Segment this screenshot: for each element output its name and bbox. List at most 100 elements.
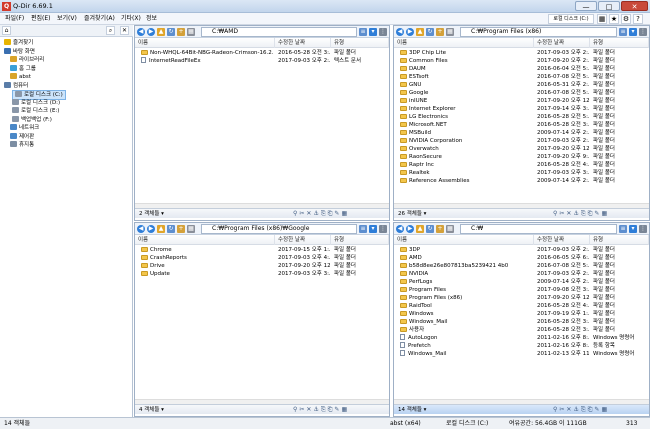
view-icon[interactable]: ▦ [187,225,195,233]
pane-object-count[interactable]: 4 객체들 ▾ [139,405,164,415]
tree-item[interactable]: 바탕 화면 [4,47,35,56]
column-type[interactable]: 유형 [331,38,389,48]
new-folder-icon[interactable]: + [436,225,444,233]
list-item[interactable]: PerfLogs 2009-07-14 오후 2:... 파일 폴더 [394,278,649,286]
back-icon[interactable]: ◀ [396,28,404,36]
list-item[interactable]: Non-WHQL-64Bit-NBG-Radeon-Crimson-16.2.1… [135,49,389,57]
tree-search-icon[interactable]: ⌕ [106,26,115,35]
list-item[interactable]: Program Files (x86) 2017-09-20 오후 12:... 파… [394,294,649,302]
path-input[interactable]: C:₩Program Files (x86)₩Google [201,224,357,234]
minimize-button[interactable]: — [575,1,597,11]
path-input[interactable]: C:₩Program Files (x86) [460,27,617,37]
column-type[interactable]: 유형 [590,235,649,245]
menu-view[interactable]: 보기(V) [57,13,77,25]
pane-menu-icon[interactable]: ▾ [369,28,377,36]
pane-object-count[interactable]: 26 객체들 ▾ [398,209,426,219]
column-type[interactable]: 유형 [590,38,649,48]
back-icon[interactable]: ◀ [137,225,145,233]
tree-item[interactable]: 백업백업 (F:) [12,115,52,124]
tree-item[interactable]: 컴퓨터 [4,81,28,90]
menu-favorites[interactable]: 즐겨찾기(A) [84,13,115,25]
new-folder-icon[interactable]: + [436,28,444,36]
menu-edit[interactable]: 편집(E) [31,13,51,25]
up-folder-icon[interactable]: ▲ [416,28,424,36]
pane-action-icons[interactable]: ⚲✂✕⚓⎘⎗✎▦ [293,210,349,218]
pane-object-count[interactable]: 2 객체들 ▾ [139,209,164,219]
list-view-icon[interactable]: ≡ [359,28,367,36]
up-folder-icon[interactable]: ▲ [416,225,424,233]
column-name[interactable]: 이름 [394,235,534,245]
list-item[interactable]: InternetReadFileEx 2017-09-03 오후 2:... 텍스트… [135,57,389,65]
back-icon[interactable]: ◀ [396,225,404,233]
column-type[interactable]: 유형 [331,235,389,245]
tree-item[interactable]: 로컬 디스크 (D:) [12,98,60,107]
list-item[interactable]: Microsoft.NET 2016-05-28 오전 3:... 파일 폴더 [394,121,649,129]
column-name[interactable]: 이름 [135,38,275,48]
maximize-button[interactable]: □ [598,1,620,11]
pane-menu-icon[interactable]: ▾ [629,225,637,233]
tree-item[interactable]: 네트워크 [10,124,39,132]
pane-options-icon[interactable]: ⋮ [379,28,387,36]
list-item[interactable]: RaonSecure 2017-09-20 오후 9:... 파일 폴더 [394,153,649,161]
back-icon[interactable]: ◀ [137,28,145,36]
tree-item[interactable]: 로컬 디스크 (E:) [12,107,59,115]
list-item[interactable]: Google 2016-07-08 오전 5:... 파일 폴더 [394,89,649,97]
settings-icon[interactable]: ⚙ [621,14,631,24]
list-item[interactable]: Windows 2017-09-19 오후 1:... 파일 폴더 [394,310,649,318]
close-button[interactable]: ✕ [621,1,648,11]
pane-menu-icon[interactable]: ▾ [369,225,377,233]
list-item[interactable]: Overwatch 2017-09-20 오후 12:... 파일 폴더 [394,145,649,153]
column-date[interactable]: 수정한 날짜 [534,235,590,245]
column-date[interactable]: 수정한 날짜 [534,38,590,48]
pane-options-icon[interactable]: ⋮ [639,225,647,233]
pane-menu-icon[interactable]: ▾ [629,28,637,36]
new-folder-icon[interactable]: + [177,28,185,36]
refresh-icon[interactable]: ↻ [167,225,175,233]
list-item[interactable]: Prefetch 2011-02-16 오후 8:... 등록 항목 [394,342,649,350]
view-icon[interactable]: ▦ [446,225,454,233]
forward-icon[interactable]: ▶ [406,225,414,233]
path-input[interactable]: C:₩ [460,224,617,234]
list-item[interactable]: CrashReports 2017-09-03 오후 4:... 파일 폴더 [135,254,389,262]
menu-info[interactable]: 정보 [146,13,157,25]
list-item[interactable]: GNU 2016-05-31 오후 2:... 파일 폴더 [394,81,649,89]
column-name[interactable]: 이름 [394,38,534,48]
tree-item[interactable]: abst [10,73,31,81]
list-item[interactable]: b58d8ee26e807813ba5239421 4b0 2016-07-08 … [394,262,649,270]
list-item[interactable]: ESTsoft 2016-07-08 오전 5:... 파일 폴더 [394,73,649,81]
list-item[interactable]: Update 2017-09-03 오후 3:... 파일 폴더 [135,270,389,278]
drive-dropdown[interactable]: 로컬 디스크 (C:) [548,14,594,24]
list-item[interactable]: NVIDIA 2017-09-03 오후 2:... 파일 폴더 [394,270,649,278]
favorites-icon[interactable]: ★ [609,14,619,24]
tree-item[interactable]: 라이브러리 [10,56,44,64]
column-date[interactable]: 수정한 날짜 [275,38,331,48]
list-item[interactable]: Drive 2017-09-20 오후 12:... 파일 폴더 [135,262,389,270]
list-item[interactable]: Windows_Mail 2016-05-28 오전 3:... 파일 폴더 [394,318,649,326]
pane-object-count[interactable]: 14 객체들 ▾ [398,405,426,415]
list-item[interactable]: RaidTool 2016-05-28 오전 4:... 파일 폴더 [394,302,649,310]
forward-icon[interactable]: ▶ [147,225,155,233]
list-item[interactable]: Program Files 2017-09-08 오전 3:... 파일 폴더 [394,286,649,294]
view-icon[interactable]: ▦ [187,28,195,36]
view-icon[interactable]: ▦ [446,28,454,36]
column-name[interactable]: 이름 [135,235,275,245]
help-icon[interactable]: ? [633,14,643,24]
path-input[interactable]: C:₩AMD [201,27,357,37]
menu-file[interactable]: 파일(F) [5,13,24,25]
list-item[interactable]: 3DP 2017-09-03 오후 2:... 파일 폴더 [394,246,649,254]
list-item[interactable]: MSBuild 2009-07-14 오후 2:... 파일 폴더 [394,129,649,137]
list-item[interactable]: 사용자 2016-05-28 오전 3:... 파일 폴더 [394,326,649,334]
forward-icon[interactable]: ▶ [147,28,155,36]
list-item[interactable]: Common Files 2017-09-20 오후 2:... 파일 폴더 [394,57,649,65]
list-item[interactable]: NVIDIA Corporation 2017-09-03 오후 2:... 파일 … [394,137,649,145]
tree-item[interactable]: 휴지통 [10,141,34,149]
list-item[interactable]: DAUM 2016-06-04 오전 5:... 파일 폴더 [394,65,649,73]
list-item[interactable]: Raptr Inc 2016-05-28 오전 4:... 파일 폴더 [394,161,649,169]
layout-icon[interactable]: ▦ [597,14,607,24]
list-view-icon[interactable]: ≡ [619,28,627,36]
pane-options-icon[interactable]: ⋮ [639,28,647,36]
tree-item[interactable]: 홈 그룹 [10,64,36,73]
list-item[interactable]: Windows_Mail 2011-02-13 오후 11:... Windows … [394,350,649,358]
list-view-icon[interactable]: ≡ [359,225,367,233]
refresh-icon[interactable]: ↻ [426,28,434,36]
